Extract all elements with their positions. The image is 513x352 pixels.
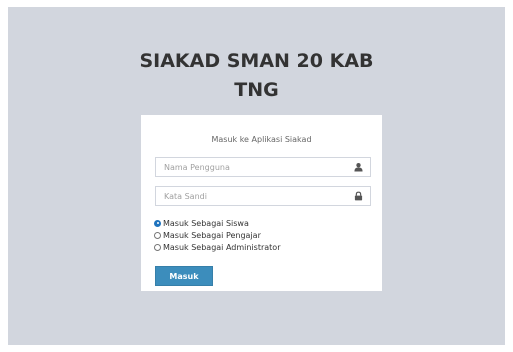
password-input[interactable]: [156, 187, 344, 205]
login-page: SIAKAD SMAN 20 KAB TNG Masuk ke Aplikasi…: [8, 7, 505, 345]
username-input[interactable]: [156, 158, 344, 176]
role-option-pengajar[interactable]: Masuk Sebagai Pengajar: [154, 229, 280, 241]
role-option-label: Masuk Sebagai Pengajar: [163, 230, 261, 240]
role-option-administrator[interactable]: Masuk Sebagai Administrator: [154, 241, 280, 253]
role-radio-group: Masuk Sebagai Siswa Masuk Sebagai Pengaj…: [154, 217, 280, 253]
login-box-message: Masuk ke Aplikasi Siakad: [211, 135, 312, 144]
page-title-line-1: SIAKAD SMAN 20 KAB: [139, 50, 374, 72]
radio-button[interactable]: [154, 243, 161, 251]
role-option-siswa[interactable]: Masuk Sebagai Siswa: [154, 217, 280, 229]
radio-button[interactable]: [154, 231, 161, 239]
lock-icon: [354, 191, 363, 201]
login-button[interactable]: Masuk: [155, 266, 213, 286]
username-field[interactable]: [155, 157, 371, 177]
user-icon: [354, 163, 363, 172]
page-title: SIAKAD SMAN 20 KAB TNG: [8, 47, 505, 105]
page-title-line-2: TNG: [234, 79, 279, 101]
login-box: Masuk ke Aplikasi Siakad Masuk Sebagai S…: [141, 115, 382, 291]
radio-button[interactable]: [154, 219, 161, 227]
password-field[interactable]: [155, 186, 371, 206]
role-option-label: Masuk Sebagai Siswa: [163, 218, 249, 228]
role-option-label: Masuk Sebagai Administrator: [163, 242, 281, 252]
